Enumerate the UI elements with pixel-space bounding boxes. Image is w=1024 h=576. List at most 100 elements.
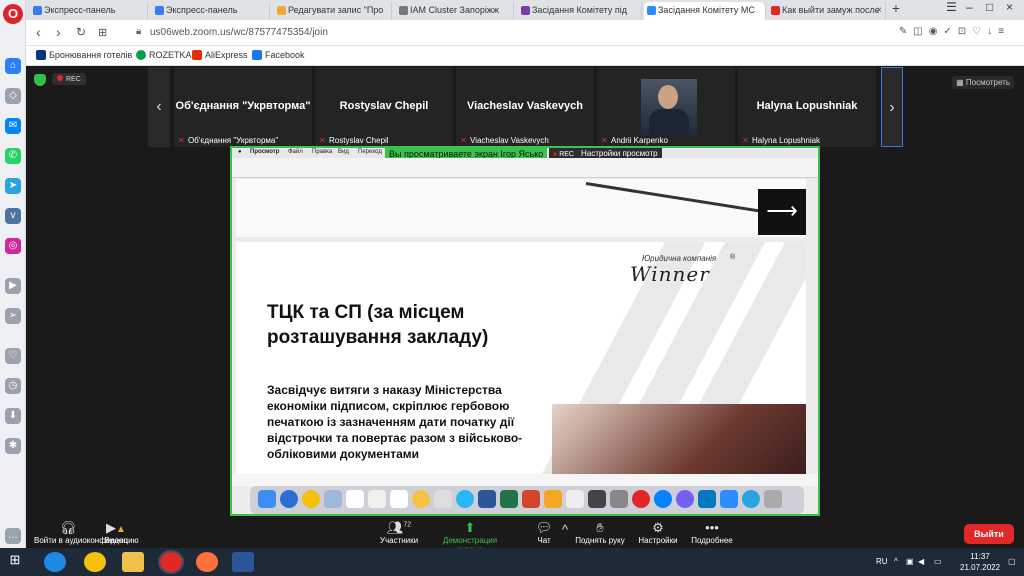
zoom-meeting: REC ▦ Посмотреть ‹ Об'єднання "Укрвторма…: [26, 66, 1024, 554]
volume-icon[interactable]: ◀︎: [918, 557, 924, 566]
participant-footer-name: Rostyslav Chepil: [329, 136, 389, 145]
address-action-icons[interactable]: ✎◫◉✓⊡♡↓≡: [899, 26, 1010, 37]
tab-5[interactable]: Засідання Комітету під: [518, 2, 642, 20]
home-icon[interactable]: ⌂: [5, 58, 21, 74]
participant-name: Viacheslav Vaskevych: [466, 100, 583, 112]
chrome-icon: [302, 490, 320, 508]
view-button[interactable]: ▦ Посмотреть: [952, 76, 1014, 89]
trash-icon: [764, 490, 782, 508]
tab-4[interactable]: IAM Cluster Запоріжж: [396, 2, 514, 20]
participant-tile[interactable]: Halyna Lopushniak ✕ Halyna Lopushniak: [738, 67, 876, 147]
maximize-icon[interactable]: □: [986, 0, 993, 14]
tabs-grid-icon[interactable]: ⊞: [98, 26, 107, 39]
sidebar-more-icon[interactable]: …: [5, 528, 21, 544]
youtube-favicon-icon: [771, 6, 780, 15]
gallery-next-button[interactable]: ›: [881, 67, 903, 147]
settings-button[interactable]: ⚙ Настройки: [636, 520, 680, 545]
word-taskbar-icon[interactable]: [232, 552, 254, 572]
opera-logo-icon[interactable]: O: [3, 4, 23, 24]
player-icon[interactable]: ▶: [5, 278, 21, 294]
leave-button[interactable]: Выйти: [964, 524, 1014, 544]
system-clock[interactable]: 11:37 21.07.2022: [960, 551, 1000, 573]
windows-taskbar: ⊞ RU ^ ▣ ◀︎ ▭ 11:37 21.07.2022 ▢: [0, 548, 1024, 576]
participant-tile[interactable]: Viacheslav Vaskevych ✕ Viacheslav Vaskevy…: [456, 67, 594, 147]
chrome-taskbar-icon[interactable]: [84, 552, 106, 572]
raise-hand-button[interactable]: ✋︎ Поднять руку: [574, 520, 626, 545]
bookmark-booking[interactable]: Бронювання готелів: [36, 50, 132, 60]
ie-icon[interactable]: [44, 552, 66, 572]
gear-icon: ⚙: [652, 520, 664, 535]
participant-tile[interactable]: Rostyslav Chepil ✕ Rostyslav Chepil: [315, 67, 453, 147]
contacts-icon: [434, 490, 452, 508]
gallery-prev-button[interactable]: ‹: [148, 67, 170, 147]
safari-icon: [280, 490, 298, 508]
tab-strip: Экспресс-панель Экспресс-панель Редагува…: [26, 0, 1024, 20]
tab-7[interactable]: Как выйти замуж после ×: [768, 2, 886, 20]
battery-icon[interactable]: ▭: [934, 557, 942, 566]
tab-label: Редагувати запис "Про: [288, 5, 384, 15]
tips-icon[interactable]: ✱: [5, 438, 21, 454]
participant-footer: ✕ Rostyslav Chepil: [319, 136, 389, 145]
tray-chevron-icon[interactable]: ^: [894, 557, 898, 566]
recording-indicator: REC: [52, 73, 86, 85]
bookmark-rozetka[interactable]: ROZETKA: [136, 50, 192, 60]
telegram-icon[interactable]: ➤: [5, 178, 21, 194]
lock-icon: 🔒︎: [136, 26, 142, 37]
participant-footer-name: Andrii Karpenko: [611, 136, 668, 145]
chat-options-caret[interactable]: ^: [559, 522, 571, 538]
send-icon[interactable]: ➢: [5, 308, 21, 324]
slide-header: ⟶: [236, 179, 806, 237]
participant-tile-video[interactable]: ✕ Andrii Karpenko: [597, 67, 735, 147]
y-favicon-icon: [521, 6, 530, 15]
opera-dock-icon: [632, 490, 650, 508]
participants-button[interactable]: 👥︎72 Участники: [376, 520, 422, 545]
tab-1[interactable]: Экспресс-панель: [30, 2, 148, 20]
explorer-icon[interactable]: [122, 552, 144, 572]
booking-icon: [36, 50, 46, 60]
heart-icon[interactable]: ♡: [5, 348, 21, 364]
messenger-icon[interactable]: ✉: [5, 118, 21, 134]
mac-dock: [250, 486, 804, 514]
participant-footer: ✕ Viacheslav Vaskevych: [460, 136, 549, 145]
forward-icon[interactable]: ›: [56, 24, 61, 40]
network-icon[interactable]: ▣: [906, 557, 914, 566]
history-icon[interactable]: ◷: [5, 378, 21, 394]
vk-icon[interactable]: v: [5, 208, 21, 224]
url-field[interactable]: us06web.zoom.us/wc/87577475354/join: [150, 27, 328, 38]
notifications-icon[interactable]: ▢: [1008, 557, 1016, 566]
downloads-icon[interactable]: ⬇: [5, 408, 21, 424]
tab-label: IAM Cluster Запоріжж: [410, 5, 499, 15]
mic-muted-icon: ✕: [178, 136, 185, 145]
minimize-icon[interactable]: –: [966, 0, 973, 14]
video-button[interactable]: ▶︎▲ Видео: [96, 520, 136, 545]
chat-button[interactable]: 💬︎ Чат: [530, 520, 558, 545]
more-button[interactable]: ••• Подробнее: [690, 520, 734, 545]
speed-dial-icon[interactable]: ◇: [5, 88, 21, 104]
bookmark-aliexpress[interactable]: AliExpress: [192, 50, 248, 60]
bookmark-facebook[interactable]: Facebook: [252, 50, 305, 60]
instagram-icon[interactable]: ◎: [5, 238, 21, 254]
firefox-icon[interactable]: [196, 552, 218, 572]
security-shield-icon[interactable]: [34, 74, 46, 86]
participant-tile[interactable]: Об'єднання "Укрвторма" ✕ Об'єднання "Укрв…: [174, 67, 312, 147]
tab-6-active[interactable]: Засідання Комітету МС: [644, 2, 766, 20]
windows-start-icon[interactable]: ⊞: [4, 552, 26, 572]
reload-icon[interactable]: ↻: [76, 25, 86, 39]
registered-icon: ®: [730, 254, 736, 261]
new-tab-icon[interactable]: +: [892, 0, 900, 16]
messenger-dock-icon: [654, 490, 672, 508]
search-tabs-icon[interactable]: ☰: [946, 0, 957, 14]
close-window-icon[interactable]: ×: [1006, 0, 1013, 14]
finder-icon: [258, 490, 276, 508]
whatsapp-icon[interactable]: ✆: [5, 148, 21, 164]
participant-name: Halyna Lopushniak: [756, 100, 858, 112]
clock-date: 21.07.2022: [960, 563, 1001, 572]
back-icon[interactable]: ‹: [36, 24, 41, 40]
telegram-dock-icon: [742, 490, 760, 508]
tab-2[interactable]: Экспресс-панель: [152, 2, 270, 20]
close-tab-icon[interactable]: ×: [876, 2, 882, 19]
tab-3[interactable]: Редагувати запис "Про: [274, 2, 392, 20]
join-audio-button[interactable]: 🎧︎ Войти в аудиоконференцию: [34, 520, 139, 545]
opera-taskbar-icon[interactable]: [158, 550, 184, 574]
language-indicator[interactable]: RU: [876, 557, 888, 566]
